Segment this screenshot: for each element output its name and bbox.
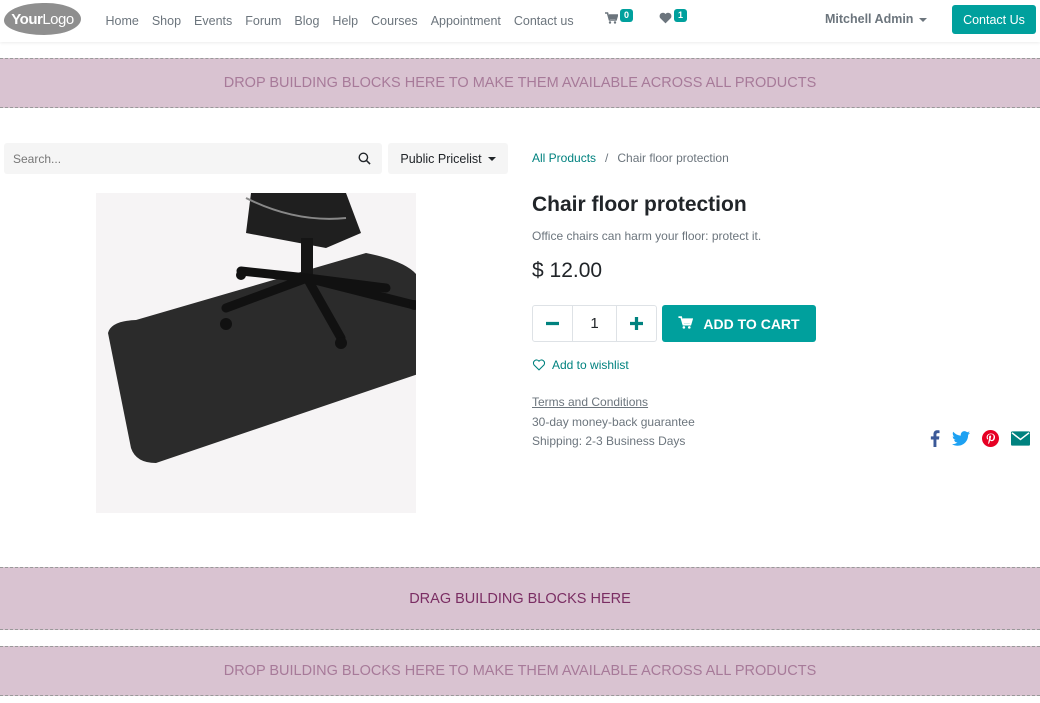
- add-to-cart-button[interactable]: ADD TO CART: [662, 305, 816, 342]
- main-nav: Home Shop Events Forum Blog Help Courses…: [99, 0, 580, 42]
- breadcrumb-separator: /: [605, 151, 609, 165]
- pricelist-label: Public Pricelist: [400, 151, 482, 166]
- pinterest-icon[interactable]: [982, 430, 999, 447]
- wishlist-count-badge: 1: [674, 9, 688, 22]
- nav-shop[interactable]: Shop: [145, 14, 187, 28]
- nav-contact-us[interactable]: Contact us: [507, 14, 580, 28]
- decrease-quantity-button[interactable]: [533, 306, 572, 341]
- increase-quantity-button[interactable]: [617, 306, 656, 341]
- logo[interactable]: Your Logo: [4, 3, 81, 35]
- breadcrumb-all-products[interactable]: All Products: [532, 151, 596, 165]
- drop-zone-bottom[interactable]: DROP BUILDING BLOCKS HERE TO MAKE THEM A…: [0, 646, 1040, 696]
- shipping-text: Shipping: 2-3 Business Days: [532, 434, 686, 448]
- user-menu-dropdown[interactable]: Mitchell Admin: [825, 12, 928, 26]
- cart-icon: [678, 315, 694, 332]
- drop-zone-top-label: DROP BUILDING BLOCKS HERE TO MAKE THEM A…: [223, 75, 817, 91]
- facebook-icon[interactable]: [930, 430, 940, 447]
- search-form: [4, 143, 382, 174]
- heart-outline-icon: [532, 359, 546, 371]
- search-button[interactable]: [346, 143, 382, 174]
- search-icon: [358, 152, 371, 165]
- share-links: [930, 430, 1030, 447]
- plus-icon: [630, 317, 643, 330]
- drop-zone-top[interactable]: DROP BUILDING BLOCKS HERE TO MAKE THEM A…: [0, 58, 1040, 108]
- cart-count-badge: 0: [620, 9, 634, 22]
- heart-icon: [659, 12, 672, 27]
- product-description: Office chairs can harm your floor: prote…: [532, 229, 762, 243]
- wishlist-link[interactable]: 1: [659, 9, 688, 27]
- guarantee-text: 30-day money-back guarantee: [532, 415, 695, 429]
- drop-zone-bottom-label: DROP BUILDING BLOCKS HERE TO MAKE THEM A…: [223, 663, 817, 679]
- product-title: Chair floor protection: [532, 193, 747, 216]
- cart-link[interactable]: 0: [605, 9, 634, 27]
- breadcrumb-current: Chair floor protection: [617, 151, 729, 165]
- caret-down-icon: [487, 156, 496, 161]
- nav-forum[interactable]: Forum: [239, 14, 288, 28]
- caret-down-icon: [919, 17, 928, 22]
- user-name: Mitchell Admin: [825, 12, 914, 26]
- logo-text: Logo: [42, 10, 74, 28]
- quantity-input[interactable]: [572, 306, 617, 341]
- twitter-icon[interactable]: [952, 431, 970, 446]
- search-input[interactable]: [4, 143, 346, 174]
- quantity-stepper: [532, 305, 657, 342]
- logo-text-bold: Your: [11, 10, 43, 28]
- nav-courses[interactable]: Courses: [365, 14, 425, 28]
- drag-zone-middle-label: DRAG BUILDING BLOCKS HERE: [409, 590, 631, 607]
- nav-appointment[interactable]: Appointment: [424, 14, 507, 28]
- nav-blog[interactable]: Blog: [288, 14, 326, 28]
- nav-events[interactable]: Events: [188, 14, 239, 28]
- nav-home[interactable]: Home: [99, 14, 145, 28]
- minus-icon: [546, 321, 559, 326]
- product-image: [96, 193, 416, 513]
- contact-us-button[interactable]: Contact Us: [952, 5, 1036, 34]
- cart-icon: [605, 12, 619, 27]
- breadcrumb: All Products / Chair floor protection: [532, 151, 729, 165]
- pricelist-dropdown[interactable]: Public Pricelist: [388, 143, 508, 174]
- terms-and-conditions-link[interactable]: Terms and Conditions: [532, 395, 648, 409]
- wishlist-label: Add to wishlist: [552, 358, 629, 372]
- email-icon[interactable]: [1011, 431, 1030, 446]
- top-navbar: Your Logo Home Shop Events Forum Blog Hel…: [0, 0, 1040, 42]
- product-price: $ 12.00: [532, 259, 603, 282]
- drag-zone-middle[interactable]: DRAG BUILDING BLOCKS HERE: [0, 567, 1040, 630]
- nav-help[interactable]: Help: [326, 14, 365, 28]
- add-to-cart-label: ADD TO CART: [703, 315, 800, 332]
- add-to-wishlist-button[interactable]: Add to wishlist: [532, 358, 629, 372]
